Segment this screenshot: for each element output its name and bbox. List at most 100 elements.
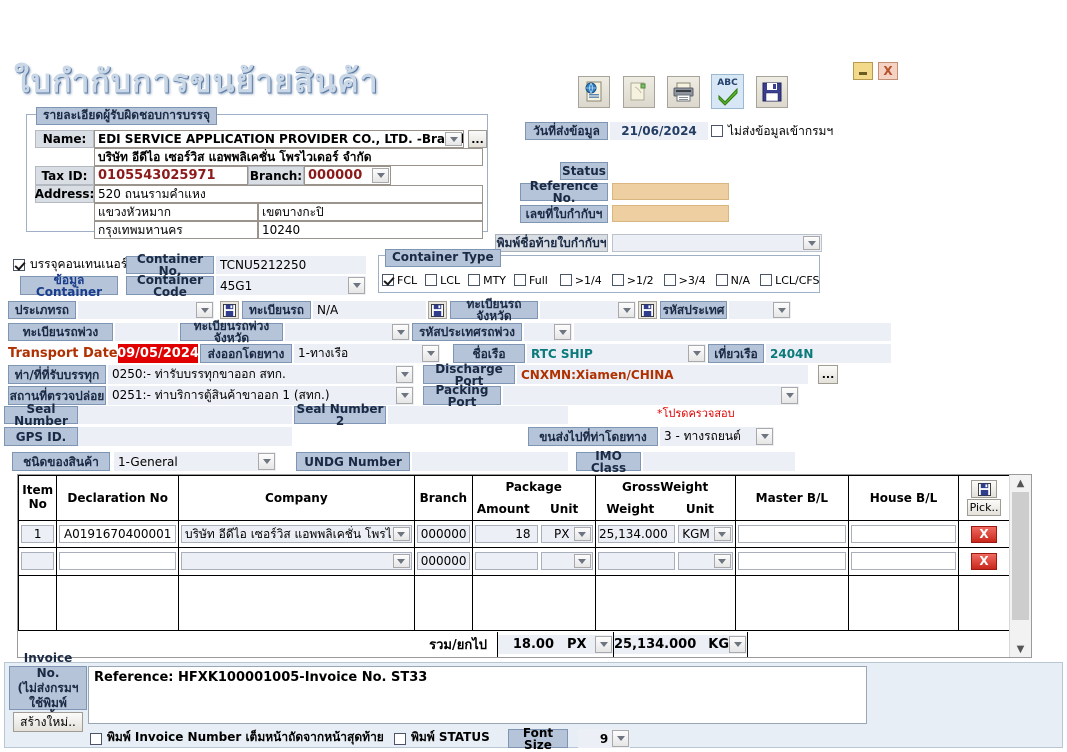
chevron-down-icon[interactable] bbox=[554, 324, 571, 340]
chevron-down-icon[interactable] bbox=[422, 345, 439, 362]
address-line1-field[interactable]: 520 ถนนรามคำแหง bbox=[94, 185, 483, 203]
container-type-mty[interactable]: MTY bbox=[468, 274, 506, 287]
row-company[interactable] bbox=[180, 552, 412, 571]
undg-number-field[interactable] bbox=[412, 452, 568, 471]
row-company[interactable]: บริษัท อีดีไอ เซอร์วิส แอพพลิเคชั่น โพรไ… bbox=[180, 525, 412, 544]
container-type-full[interactable]: Full bbox=[514, 274, 548, 287]
pack-container-checkbox[interactable] bbox=[13, 257, 26, 271]
tax-id-field[interactable]: 0105543025971 bbox=[94, 166, 248, 185]
row-package-unit[interactable]: PX bbox=[540, 525, 593, 544]
seal-number2-field[interactable] bbox=[388, 406, 568, 424]
row-master-bl[interactable] bbox=[737, 552, 846, 571]
chevron-down-icon[interactable] bbox=[688, 345, 705, 362]
vessel-select[interactable]: RTC SHIP bbox=[527, 344, 706, 363]
chevron-down-icon[interactable] bbox=[258, 453, 275, 470]
container-type--1-4[interactable]: >1/4 bbox=[559, 274, 602, 287]
reference-no-field[interactable] bbox=[612, 183, 729, 200]
row-declaration-no[interactable]: A0191670400001 bbox=[59, 525, 176, 544]
chevron-down-icon[interactable] bbox=[196, 302, 213, 318]
chevron-down-icon[interactable] bbox=[729, 635, 746, 653]
print-invoice-checkbox[interactable] bbox=[90, 731, 103, 745]
scroll-up-arrow[interactable]: ▲ bbox=[1010, 475, 1031, 491]
trailer-country-select[interactable] bbox=[524, 323, 572, 341]
scrollbar-thumb[interactable] bbox=[1012, 492, 1029, 620]
chevron-down-icon[interactable] bbox=[372, 168, 389, 183]
chevron-down-icon[interactable] bbox=[445, 132, 462, 146]
name-field[interactable]: EDI SERVICE APPLICATION PROVIDER CO., LT… bbox=[94, 130, 464, 148]
spellcheck-button[interactable]: ABC bbox=[711, 74, 744, 109]
packing-port-select[interactable] bbox=[503, 386, 799, 405]
chevron-down-icon[interactable] bbox=[612, 730, 629, 747]
export-web-button[interactable] bbox=[578, 76, 610, 108]
seal-number-field[interactable] bbox=[78, 406, 292, 424]
invoice-memo-textarea[interactable]: Reference: HFXK100001005-Invoice No. ST3… bbox=[88, 666, 867, 724]
row-branch[interactable]: 000000 bbox=[416, 525, 470, 544]
print-name-select[interactable] bbox=[612, 234, 822, 252]
container-no-field[interactable]: TCNU5212250 bbox=[216, 256, 366, 274]
row-house-bl[interactable] bbox=[850, 525, 957, 544]
vehicle-type-save-button[interactable] bbox=[220, 301, 239, 319]
export-by-select[interactable]: 1-ทางเรือ bbox=[294, 344, 440, 363]
chevron-down-icon[interactable] bbox=[781, 387, 798, 404]
container-type-fcl[interactable]: FCL bbox=[382, 274, 417, 287]
row-package-unit[interactable] bbox=[540, 552, 593, 571]
plate-province-select[interactable] bbox=[540, 301, 636, 319]
container-code-select[interactable]: 45G1 bbox=[216, 276, 366, 295]
row-declaration-no[interactable] bbox=[59, 552, 176, 571]
transport-to-port-select[interactable]: 3 - ทางรถยนต์ bbox=[660, 427, 774, 446]
address-subdistrict-field[interactable]: แขวงหัวหมาก bbox=[94, 203, 258, 221]
name-browse-button[interactable]: ... bbox=[468, 130, 487, 148]
address-district-field[interactable]: เขตบางกะปิ bbox=[258, 203, 483, 221]
scroll-down-arrow[interactable]: ▼ bbox=[1010, 641, 1031, 657]
chevron-down-icon[interactable] bbox=[348, 277, 365, 294]
vehicle-type-select[interactable] bbox=[78, 301, 214, 319]
row-weight[interactable] bbox=[597, 552, 675, 571]
imo-class-field[interactable] bbox=[643, 452, 795, 471]
checkbox-icon[interactable] bbox=[382, 274, 394, 286]
chevron-down-icon[interactable] bbox=[396, 387, 413, 404]
row-branch[interactable]: 000000 bbox=[416, 552, 470, 571]
checkbox-icon[interactable] bbox=[559, 274, 572, 286]
goods-type-select[interactable]: 1-General bbox=[114, 452, 276, 471]
minimize-button[interactable] bbox=[853, 62, 873, 80]
row-house-bl[interactable] bbox=[850, 552, 957, 571]
send-date-value[interactable]: 21/06/2024 bbox=[610, 122, 708, 140]
row-save-button[interactable] bbox=[971, 480, 998, 498]
country-code-save-button[interactable] bbox=[638, 301, 657, 319]
print-button[interactable] bbox=[667, 76, 700, 108]
row-package-amount[interactable] bbox=[474, 552, 538, 571]
pick-button[interactable]: Pick.. bbox=[967, 499, 1002, 516]
branch-field[interactable]: 000000 bbox=[304, 166, 391, 185]
trailer-province-select[interactable] bbox=[285, 323, 410, 341]
create-new-button[interactable]: สร้างใหม่.. bbox=[13, 712, 83, 732]
chevron-down-icon[interactable] bbox=[396, 366, 413, 383]
address-province-field[interactable]: กรุงเทพมหานคร bbox=[94, 221, 258, 239]
container-type-n-a[interactable]: N/A bbox=[715, 274, 750, 287]
name-thai-field[interactable]: บริษัท อีดีไอ เซอร์วิส แอพพลิเคชั่น โพรไ… bbox=[94, 148, 483, 166]
row-item-no[interactable] bbox=[21, 552, 55, 571]
gps-id-field[interactable] bbox=[78, 427, 292, 446]
chevron-down-icon[interactable] bbox=[713, 554, 731, 569]
chevron-down-icon[interactable] bbox=[595, 635, 612, 653]
no-send-checkbox[interactable] bbox=[711, 123, 724, 137]
invoice-no-field[interactable] bbox=[612, 205, 729, 222]
checkbox-icon[interactable] bbox=[760, 274, 773, 286]
close-button[interactable]: X bbox=[878, 62, 898, 80]
checkbox-icon[interactable] bbox=[425, 274, 438, 286]
save-button[interactable] bbox=[756, 76, 788, 108]
trailer-extra-field[interactable] bbox=[574, 323, 891, 341]
chevron-down-icon[interactable] bbox=[773, 302, 790, 318]
vehicle-plate-field[interactable]: N/A bbox=[313, 301, 426, 319]
chevron-down-icon[interactable] bbox=[756, 428, 773, 445]
row-package-amount[interactable]: 18 bbox=[474, 525, 538, 544]
discharge-port-field[interactable]: CNXMN:Xiamen/CHINA bbox=[517, 365, 808, 384]
voyage-field[interactable]: 2404N bbox=[766, 344, 891, 363]
row-weight-unit[interactable] bbox=[677, 552, 733, 571]
transport-date-value[interactable]: 09/05/2024 bbox=[117, 344, 199, 363]
copy-page-button[interactable] bbox=[623, 76, 655, 108]
container-type--3-4[interactable]: >3/4 bbox=[663, 274, 706, 287]
container-type-lcl-cfs[interactable]: LCL/CFS bbox=[760, 274, 820, 287]
checkbox-icon[interactable] bbox=[468, 274, 481, 286]
chevron-down-icon[interactable] bbox=[618, 302, 635, 318]
delete-row-button[interactable]: X bbox=[971, 525, 998, 543]
